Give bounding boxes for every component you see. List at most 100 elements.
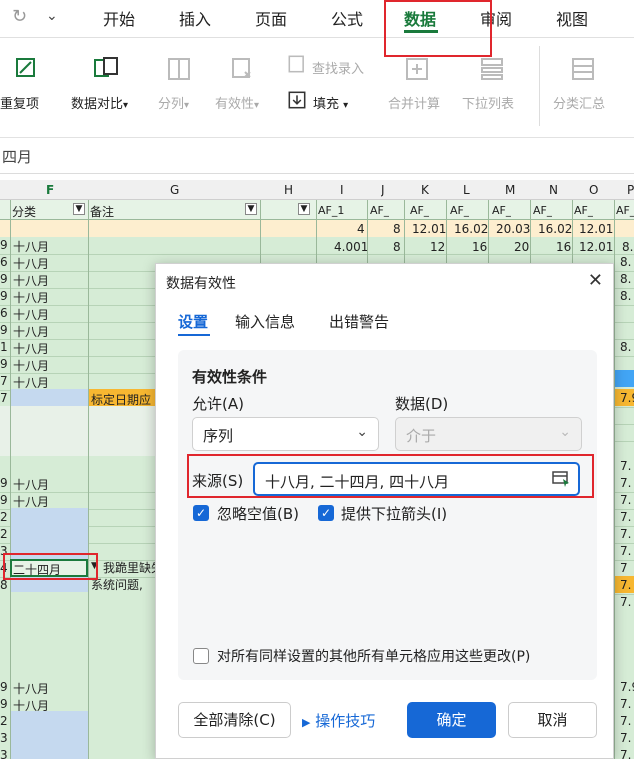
note-cell[interactable]: 系统问题, [91, 576, 143, 593]
ok-button[interactable]: 确定 [407, 702, 496, 738]
category-cell[interactable]: 十八月 [13, 238, 49, 255]
col-l-letter[interactable]: L [463, 183, 470, 197]
col-g-letter[interactable]: G [170, 183, 179, 197]
p-col-cell[interactable]: 8. [620, 255, 631, 269]
category-cell[interactable]: 十八月 [13, 255, 49, 272]
p-col-cell[interactable]: 7 [620, 561, 628, 575]
p-col-cell[interactable]: 7. [620, 714, 631, 728]
row-value[interactable]: 20 [514, 240, 529, 254]
category-cell[interactable]: 十八月 [13, 306, 49, 323]
header-af[interactable]: AF_ [410, 204, 429, 217]
header-beizhu[interactable]: 备注 [90, 203, 114, 220]
p-col-cell[interactable]: 7. [620, 459, 631, 473]
category-cell[interactable]: 十八月 [13, 272, 49, 289]
col-h-letter[interactable]: H [284, 183, 293, 197]
row-value[interactable]: 16.02 [454, 222, 488, 236]
header-af[interactable]: AF_1 [318, 204, 344, 217]
close-icon[interactable]: ✕ [588, 270, 603, 291]
fill-button[interactable]: 填充 ▾ [313, 93, 348, 112]
col-p-letter[interactable]: P [627, 183, 634, 197]
col-o-letter[interactable]: O [589, 183, 598, 197]
row-value[interactable]: 8 [393, 240, 401, 254]
col-k-letter[interactable]: K [421, 183, 429, 197]
p-col-cell[interactable]: 7. [620, 731, 631, 745]
tab-start[interactable]: 开始 [103, 6, 135, 30]
header-af[interactable]: AF_ [574, 204, 593, 217]
formula-value[interactable]: 四月 [2, 146, 32, 167]
ignore-blank-checkbox[interactable]: ✓ [193, 505, 209, 521]
row-value[interactable]: 16 [556, 240, 571, 254]
header-af[interactable]: AF_ [492, 204, 511, 217]
category-cell[interactable]: 十八月 [13, 357, 49, 374]
header-fenlei[interactable]: 分类 [12, 203, 36, 220]
col-n-letter[interactable]: N [549, 183, 558, 197]
chevron-down-icon[interactable]: ⌄ [46, 8, 58, 24]
category-cell[interactable]: 十八月 [13, 289, 49, 306]
p-col-cell[interactable]: 7. [620, 527, 631, 541]
header-af[interactable]: AF_ [450, 204, 469, 217]
p-col-cell[interactable]: 8. [620, 340, 631, 354]
row-value[interactable]: 4.001 [334, 240, 368, 254]
allow-select[interactable]: 序列 ⌄ [192, 417, 379, 451]
merge-calc-button[interactable]: 合并计算 [388, 93, 440, 112]
p-col-cell[interactable]: 7. [620, 595, 631, 609]
p-col-cell[interactable]: 7. [620, 748, 631, 759]
category-cell[interactable]: 十八月 [13, 680, 49, 697]
clear-all-button[interactable]: 全部清除(C) [178, 702, 291, 738]
dropdown-arrow-label[interactable]: 提供下拉箭头(I) [341, 503, 447, 524]
row-value[interactable]: 8 [393, 222, 401, 236]
category-cell[interactable]: 十八月 [13, 340, 49, 357]
row-value[interactable]: 16 [472, 240, 487, 254]
col-i-letter[interactable]: I [340, 183, 344, 197]
p-col-cell[interactable]: 7. [620, 578, 631, 592]
category-cell[interactable]: 十八月 [13, 476, 49, 493]
p-col-cell[interactable]: 7.9 [620, 391, 634, 405]
subtotal-button[interactable]: 分类汇总 [553, 93, 605, 112]
filter-dropdown-icon[interactable]: ▼ [298, 203, 310, 215]
p-col-cell[interactable]: 7. [620, 544, 631, 558]
ignore-blank-label[interactable]: 忽略空值(B) [217, 503, 299, 524]
split-button[interactable]: 分列▾ [158, 93, 189, 112]
p-col-cell[interactable]: 8. [620, 289, 631, 303]
filter-dropdown-icon[interactable]: ▼ [73, 203, 85, 215]
lookup-entry-button[interactable]: 查找录入 [312, 58, 364, 77]
tab-page[interactable]: 页面 [255, 6, 287, 30]
p-col-cell[interactable]: 8. [620, 272, 631, 286]
row-value[interactable]: 12.01 [412, 222, 446, 236]
tips-link[interactable]: ▶ 操作技巧 [302, 710, 375, 731]
p-col-cell[interactable]: 7. [620, 493, 631, 507]
formula-bar[interactable]: 四月 [0, 138, 634, 174]
p-col-cell[interactable]: 7. [620, 697, 631, 711]
cancel-button[interactable]: 取消 [508, 702, 597, 738]
row-value[interactable]: 12 [430, 240, 445, 254]
col-j-letter[interactable]: J [381, 183, 385, 197]
p-col-cell[interactable]: 7. [620, 476, 631, 490]
header-af[interactable]: AF_ [616, 204, 634, 217]
dropdown-list-button[interactable]: 下拉列表 [462, 93, 514, 112]
row-value[interactable]: 4 [357, 222, 365, 236]
category-cell[interactable]: 十八月 [13, 323, 49, 340]
col-f-letter[interactable]: F [46, 183, 54, 197]
data-compare-button[interactable]: 数据对比▾ [71, 93, 128, 112]
header-af[interactable]: AF_ [533, 204, 552, 217]
row-value[interactable]: 20.03 [496, 222, 530, 236]
p-col-cell[interactable]: 7.9 [620, 680, 634, 694]
redo-icon[interactable]: ↻ [12, 6, 27, 27]
tab-insert[interactable]: 插入 [179, 6, 211, 30]
apply-all-label[interactable]: 对所有同样设置的其他所有单元格应用这些更改(P) [217, 646, 530, 666]
row-value[interactable]: 16.02 [538, 222, 572, 236]
tab-settings[interactable]: 设置 [178, 311, 208, 332]
apply-all-checkbox[interactable] [193, 648, 209, 664]
tab-formula[interactable]: 公式 [331, 6, 363, 30]
tab-input-message[interactable]: 输入信息 [235, 311, 295, 332]
tab-error-alert[interactable]: 出错警告 [329, 311, 389, 332]
filter-dropdown-icon[interactable]: ▼ [245, 203, 257, 215]
validity-button[interactable]: 有效性▾ [215, 93, 259, 112]
dropdown-arrow-checkbox[interactable]: ✓ [318, 505, 334, 521]
remove-dup-button[interactable]: 重复项 [0, 93, 39, 112]
note-cell[interactable]: 我跪里缺失 [103, 559, 163, 576]
row-value[interactable]: 12.01 [579, 240, 613, 254]
row-value[interactable]: 8. [622, 240, 633, 254]
p-col-cell[interactable]: 7. [620, 510, 631, 524]
tab-view[interactable]: 视图 [556, 6, 588, 30]
